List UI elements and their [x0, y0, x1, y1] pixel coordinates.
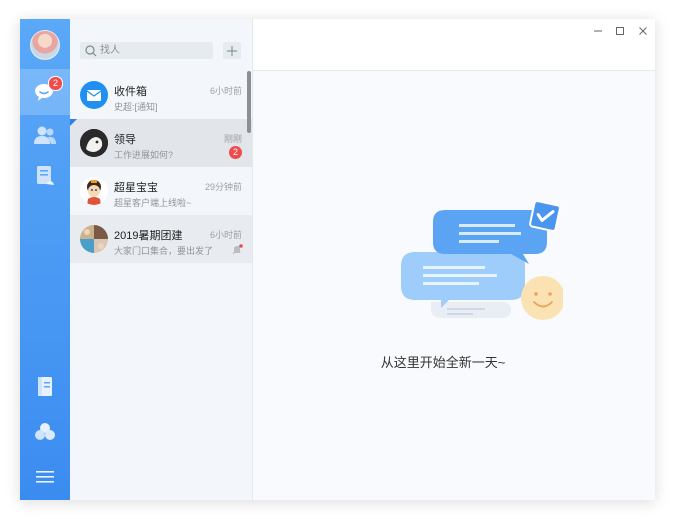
- search-input[interactable]: [98, 43, 200, 58]
- chat-preview: 大家门口集合，要出发了: [114, 246, 214, 256]
- group-photo-icon: [80, 225, 108, 253]
- nav-apps[interactable]: [20, 409, 70, 455]
- app-window: 2 找人 收件箱 史超:[通知] 6小时前 领导 工作进展如何? 刚刚 2 超星…: [20, 19, 655, 500]
- plus-icon: [227, 45, 237, 56]
- maximize-button[interactable]: [612, 23, 628, 39]
- cartoon-character-icon: [87, 180, 101, 205]
- menu-icon: [36, 471, 54, 483]
- contacts-icon: [34, 126, 56, 144]
- leader-avatar: [80, 129, 108, 157]
- chat-time: 6小时前: [209, 86, 242, 96]
- window-titlebar: [253, 19, 655, 71]
- maximize-icon: [616, 27, 624, 35]
- pinned-marker: [70, 119, 77, 126]
- unread-badge: 2: [229, 146, 242, 159]
- chat-time: 29分钟前: [204, 182, 242, 192]
- mute-bell-icon: [232, 244, 243, 255]
- conversation-pane: 从这里开始全新一天~: [253, 19, 655, 500]
- minimize-icon: [594, 30, 602, 32]
- chat-time: 6小时前: [209, 230, 242, 240]
- chat-preview: 工作进展如何?: [114, 150, 174, 160]
- chat-name: 超星宝宝: [114, 182, 158, 194]
- close-button[interactable]: [635, 23, 651, 39]
- nav-contacts[interactable]: [20, 112, 70, 158]
- group-avatar: [80, 225, 108, 253]
- nav-menu[interactable]: [20, 454, 70, 500]
- chat-bubbles-illustration: [401, 200, 563, 320]
- chat-list-panel: 收件箱 史超:[通知] 6小时前 领导 工作进展如何? 刚刚 2: [70, 19, 253, 500]
- add-button[interactable]: [223, 42, 241, 59]
- user-avatar[interactable]: [30, 30, 60, 60]
- list-scrollbar[interactable]: [247, 71, 251, 133]
- inbox-avatar: [80, 81, 108, 109]
- chat-time: 刚刚: [223, 134, 242, 144]
- chat-name: 收件箱: [114, 86, 147, 98]
- chat-preview: 超星客户端上线啦~: [114, 198, 192, 208]
- search-icon: [85, 44, 97, 56]
- chaoxing-avatar: [80, 177, 108, 205]
- nav-messages[interactable]: 2: [20, 69, 70, 115]
- chat-item-inbox[interactable]: 收件箱 史超:[通知] 6小时前: [70, 71, 252, 119]
- chat-item-leader[interactable]: 领导 工作进展如何? 刚刚 2: [70, 119, 252, 167]
- chat-name: 领导: [114, 134, 136, 146]
- chat-item-chaoxing[interactable]: 超星宝宝 超星客户端上线啦~ 29分钟前: [70, 167, 252, 215]
- messages-badge: 2: [48, 76, 63, 91]
- chat-preview: 史超:[通知]: [114, 102, 158, 112]
- envelope-icon: [86, 90, 102, 101]
- document-icon: [37, 166, 54, 185]
- close-icon: [639, 27, 647, 35]
- search-box[interactable]: [80, 42, 213, 59]
- chat-name: 2019暑期团建: [114, 230, 183, 242]
- apps-cluster-icon: [35, 423, 55, 440]
- profile-silhouette-icon: [80, 129, 108, 157]
- empty-state-text: 从这里开始全新一天~: [380, 355, 506, 370]
- nav-notebook[interactable]: [20, 364, 70, 410]
- minimize-button[interactable]: [590, 23, 606, 39]
- nav-rail: 2: [20, 19, 70, 500]
- notebook-icon: [38, 377, 52, 396]
- nav-documents[interactable]: [20, 153, 70, 199]
- chat-item-team-building[interactable]: 2019暑期团建 大家门口集合，要出发了 6小时前: [70, 215, 252, 263]
